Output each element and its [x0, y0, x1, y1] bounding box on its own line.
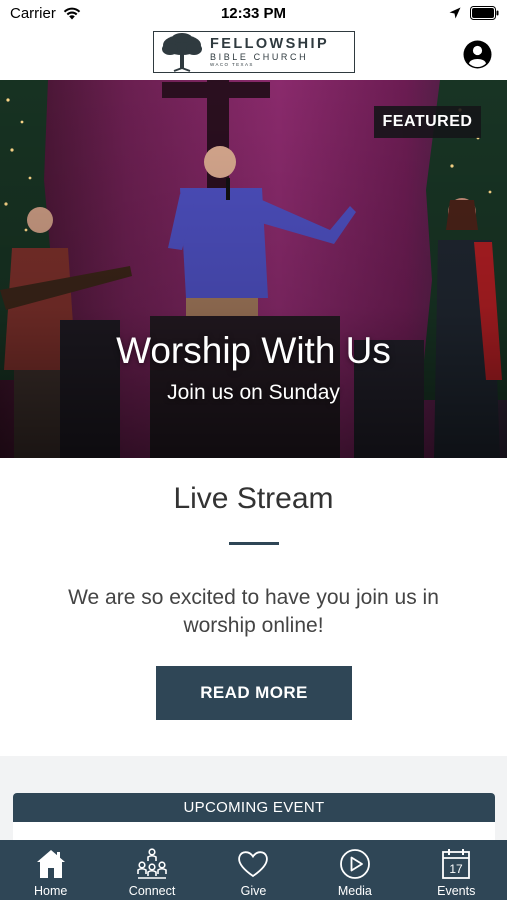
- tab-give[interactable]: Give: [203, 840, 304, 900]
- title-divider: [229, 542, 279, 545]
- read-more-button[interactable]: READ MORE: [156, 666, 352, 720]
- heart-icon: [238, 851, 269, 878]
- logo-line-2: BIBLE CHURCH: [210, 52, 309, 62]
- upcoming-event-card[interactable]: UPCOMING EVENT: [13, 793, 495, 840]
- battery-icon: [470, 6, 499, 20]
- play-icon: [339, 849, 370, 879]
- profile-button[interactable]: [463, 40, 492, 69]
- location-arrow-icon: [449, 7, 461, 19]
- tab-connect-label: Connect: [128, 884, 176, 898]
- tree-logo-icon: [162, 33, 202, 72]
- upcoming-event-header: UPCOMING EVENT: [13, 793, 495, 822]
- tab-events[interactable]: 17 Events: [406, 840, 507, 900]
- hero-subtitle: Join us on Sunday: [167, 381, 340, 404]
- people-icon: [137, 848, 167, 879]
- logo-line-1: FELLOWSHIP: [210, 35, 330, 52]
- tab-home-label: Home: [34, 884, 68, 898]
- live-stream-card: Live Stream We are so excited to have yo…: [0, 458, 507, 756]
- status-bar: Carrier 12:33 PM: [0, 0, 507, 28]
- tab-media-label: Media: [337, 884, 372, 898]
- tab-home[interactable]: Home: [0, 840, 101, 900]
- hero-title: Worship With Us: [116, 330, 391, 371]
- calendar-day: 17: [450, 862, 464, 876]
- status-time: 12:33 PM: [220, 5, 287, 22]
- logo-line-3: WACO TEXAS: [210, 62, 254, 67]
- tab-media[interactable]: Media: [304, 840, 405, 900]
- card-title: Live Stream: [173, 482, 334, 515]
- tab-connect[interactable]: Connect: [101, 840, 202, 900]
- bottom-tab-bar: Home Connect Give Media 17 Events: [0, 840, 507, 900]
- home-icon: [36, 850, 65, 878]
- tab-events-label: Events: [437, 884, 476, 898]
- tab-give-label: Give: [240, 884, 267, 898]
- card-description: We are so excited to have you join us in…: [68, 586, 439, 637]
- featured-badge: FEATURED: [374, 106, 481, 138]
- app-header: FELLOWSHIP BIBLE CHURCH WACO TEXAS: [0, 28, 507, 80]
- church-logo[interactable]: FELLOWSHIP BIBLE CHURCH WACO TEXAS: [153, 31, 355, 73]
- calendar-icon: 17: [442, 849, 471, 879]
- featured-hero-banner[interactable]: FEATURED Worship With Us Join us on Sund…: [0, 80, 507, 458]
